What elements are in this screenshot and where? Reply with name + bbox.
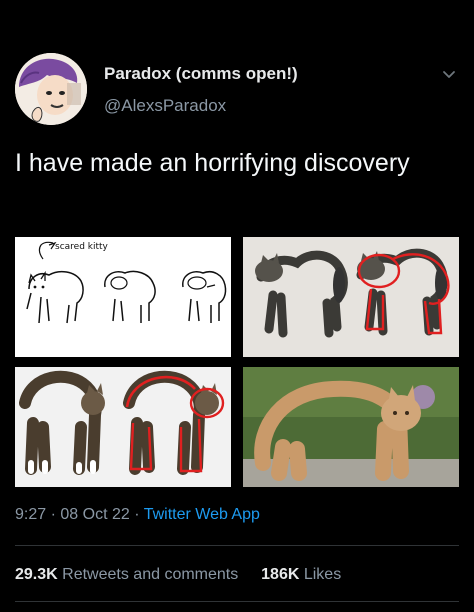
tweet-stats: 29.3K Retweets and comments 186K Likes — [15, 566, 341, 584]
author-display-name[interactable]: Paradox (comms open!) — [104, 64, 298, 84]
media-image-3[interactable] — [15, 367, 231, 487]
author-handle[interactable]: @AlexsParadox — [104, 96, 226, 116]
media-caption: scared kitty — [55, 242, 108, 252]
tweet-time[interactable]: 9:27 — [15, 506, 46, 523]
meta-separator: · — [50, 506, 56, 523]
likes-label[interactable]: Likes — [304, 566, 341, 583]
retweets-label[interactable]: Retweets and comments — [62, 566, 238, 583]
tweet-text: I have made an horrifying discovery — [15, 149, 410, 177]
chevron-down-icon[interactable] — [439, 64, 459, 84]
media-image-4[interactable] — [243, 367, 459, 487]
divider — [15, 601, 459, 602]
retweets-count[interactable]: 29.3K — [15, 566, 58, 583]
meta-separator: · — [134, 506, 140, 523]
avatar[interactable] — [15, 53, 87, 125]
media-image-1[interactable]: scared kitty — [15, 237, 231, 357]
media-image-2[interactable] — [243, 237, 459, 357]
likes-count[interactable]: 186K — [261, 566, 299, 583]
tweet-source-app[interactable]: Twitter Web App — [144, 506, 260, 523]
tweet-date[interactable]: 08 Oct 22 — [60, 506, 129, 523]
divider — [15, 545, 459, 546]
tweet-meta: 9:27 · 08 Oct 22 · Twitter Web App — [15, 506, 260, 524]
media-grid: scared kitty — [15, 237, 459, 487]
tweet: Paradox (comms open!) @AlexsParadox I ha… — [0, 0, 474, 612]
